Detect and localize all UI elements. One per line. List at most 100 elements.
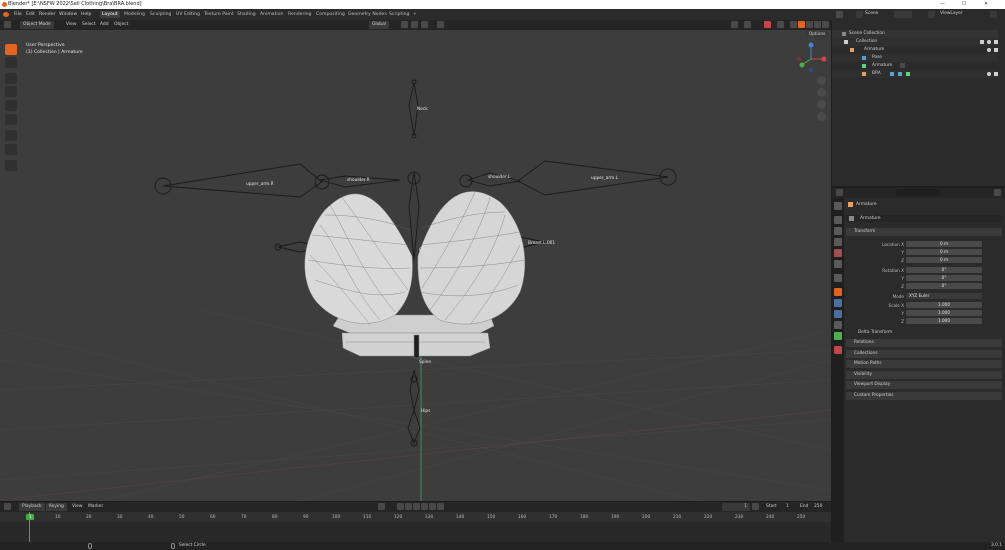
menu-view[interactable]: View: [66, 21, 76, 29]
snap-icon[interactable]: [411, 21, 418, 28]
tab-geometry-nodes[interactable]: Geometry Nodes: [346, 11, 389, 18]
move-tool-button[interactable]: [5, 73, 17, 84]
shading-solid-icon[interactable]: [798, 21, 805, 28]
jump-start-icon[interactable]: [397, 503, 404, 510]
texture-tab-icon[interactable]: [834, 346, 842, 354]
relations-panel-header[interactable]: Relations: [846, 339, 1002, 347]
menu-render[interactable]: Render: [39, 12, 55, 17]
scale-tool-button[interactable]: [5, 100, 17, 111]
timeline-marker-menu[interactable]: Marker: [88, 503, 103, 511]
delta-transform-subpanel[interactable]: Delta Transform: [858, 330, 892, 335]
outliner-row[interactable]: Collection: [832, 38, 998, 46]
physics-tab-icon[interactable]: [834, 321, 842, 329]
proportional-edit-icon[interactable]: [437, 21, 444, 28]
keying-menu[interactable]: Keying: [46, 503, 67, 511]
viewport-display-panel-header[interactable]: Viewport Display: [846, 381, 1002, 389]
transform-tool-button[interactable]: [5, 114, 17, 125]
overlay-icon[interactable]: [764, 21, 771, 28]
armature-data-tab-icon[interactable]: [834, 332, 842, 340]
outliner-row[interactable]: Scene Collection: [832, 30, 998, 38]
perspective-grid-icon[interactable]: [817, 112, 826, 121]
annotate-tool-button[interactable]: [5, 130, 17, 141]
scale-x-field[interactable]: 1.000: [906, 302, 982, 308]
outliner-row[interactable]: Pose: [832, 54, 998, 62]
rotation-x-field[interactable]: 0°: [906, 267, 982, 273]
play-reverse-icon[interactable]: [413, 503, 420, 510]
eye-icon[interactable]: [987, 72, 991, 76]
snap-target-icon[interactable]: [421, 21, 428, 28]
start-frame-field[interactable]: 1: [786, 503, 789, 511]
menu-object[interactable]: Object: [114, 21, 128, 29]
location-x-field[interactable]: 0 m: [906, 241, 982, 247]
tab-compositing[interactable]: Compositing: [314, 11, 347, 18]
tab-rendering[interactable]: Rendering: [286, 11, 313, 18]
add-cube-tool-button[interactable]: [5, 160, 17, 171]
tab-shading[interactable]: Shading: [235, 11, 258, 18]
3d-viewport[interactable]: Neck upper_arm.R shoulder.R shoulder.L u…: [0, 30, 831, 501]
tab-modeling[interactable]: Modeling: [122, 11, 147, 18]
end-frame-field[interactable]: 250: [814, 503, 822, 511]
editor-type-icon[interactable]: [836, 189, 843, 196]
transform-panel-header[interactable]: Transform: [846, 228, 1002, 236]
tab-texture-paint[interactable]: Texture Paint: [202, 11, 236, 18]
add-workspace-button[interactable]: +: [411, 11, 419, 18]
particles-tab-icon[interactable]: [834, 310, 842, 318]
measure-tool-button[interactable]: [5, 144, 17, 155]
tab-scripting[interactable]: Scripting: [387, 11, 411, 18]
scene-selector[interactable]: Scene: [865, 10, 878, 18]
camera-icon[interactable]: [994, 48, 998, 52]
menu-file[interactable]: File: [14, 12, 22, 17]
jump-end-icon[interactable]: [437, 503, 444, 510]
location-y-field[interactable]: 0 m: [906, 249, 982, 255]
tab-sculpting[interactable]: Sculpting: [148, 11, 173, 18]
record-icon[interactable]: [378, 503, 385, 510]
timeline-view-menu[interactable]: View: [72, 503, 82, 511]
outliner-row[interactable]: Armature: [832, 46, 998, 54]
menu-edit[interactable]: Edit: [26, 12, 35, 17]
output-tab-icon[interactable]: [834, 227, 842, 235]
options-dropdown[interactable]: Options: [805, 31, 829, 38]
eye-icon[interactable]: [987, 40, 991, 44]
pan-hand-icon[interactable]: [817, 88, 826, 97]
menu-select[interactable]: Select: [82, 21, 96, 29]
editor-type-icon[interactable]: [836, 11, 843, 18]
tab-animation[interactable]: Animation: [258, 11, 285, 18]
shading-wireframe-icon[interactable]: [790, 21, 797, 28]
render-tab-icon[interactable]: [834, 216, 842, 224]
tab-uv-editing[interactable]: UV Editing: [174, 11, 202, 18]
custom-properties-panel-header[interactable]: Custom Properties: [846, 392, 1002, 400]
current-frame-field[interactable]: 1: [722, 503, 750, 511]
tab-layout[interactable]: Layout: [100, 11, 120, 18]
blender-menu-icon[interactable]: [3, 12, 9, 17]
mode-dropdown[interactable]: Object Mode: [20, 21, 54, 29]
modifier-tab-icon[interactable]: [834, 299, 842, 307]
select-tool-button[interactable]: [5, 44, 17, 55]
eye-icon[interactable]: [987, 48, 991, 52]
scale-y-field[interactable]: 1.000: [906, 310, 982, 316]
properties-options-icon[interactable]: [994, 189, 1001, 196]
gizmo-icon[interactable]: [744, 21, 751, 28]
view-layer-selector[interactable]: ViewLayer: [940, 10, 963, 18]
scale-z-field[interactable]: 1.000: [906, 318, 982, 324]
camera-view-icon[interactable]: [817, 100, 826, 109]
object-name-field[interactable]: Armature: [846, 215, 1002, 222]
timeline[interactable]: 1 10 20 30 40 50 60 70 80 90 100 110 120…: [0, 512, 831, 542]
cursor-tool-button[interactable]: [5, 57, 17, 68]
properties-search-input[interactable]: [896, 189, 940, 196]
menu-add[interactable]: Add: [100, 21, 109, 29]
visibility-panel-header[interactable]: Visibility: [846, 371, 1002, 379]
clock-icon[interactable]: [752, 503, 759, 510]
menu-window[interactable]: Window: [59, 12, 77, 17]
editor-type-icon[interactable]: [4, 21, 11, 28]
tool-tab-icon[interactable]: [834, 202, 842, 210]
next-keyframe-icon[interactable]: [429, 503, 436, 510]
scene-options-icon[interactable]: [894, 11, 912, 18]
view-layer-options-icon[interactable]: [990, 11, 997, 18]
collections-panel-header[interactable]: Collections: [846, 350, 1002, 358]
prev-keyframe-icon[interactable]: [405, 503, 412, 510]
scene-tab-icon[interactable]: [834, 249, 842, 257]
visibility-icon[interactable]: [731, 21, 738, 28]
editor-type-icon[interactable]: [4, 503, 11, 510]
pivot-icon[interactable]: [401, 21, 408, 28]
navigation-gizmo[interactable]: [797, 40, 829, 72]
